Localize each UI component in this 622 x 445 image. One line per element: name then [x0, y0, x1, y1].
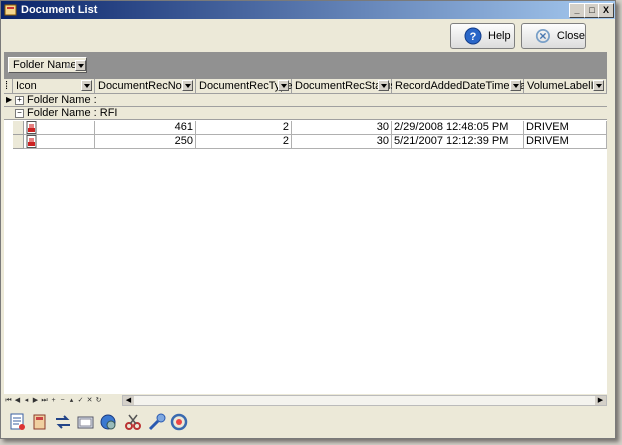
group-chip-folder-name[interactable]: Folder Name ▲ — [8, 57, 87, 73]
refresh-icon[interactable] — [169, 412, 189, 432]
arrows-swap-icon[interactable] — [53, 412, 73, 432]
column-chooser-icon: ⁞ — [5, 80, 9, 92]
cell-rec-type: 2 — [196, 121, 292, 135]
prev-record-icon[interactable]: ◂ — [22, 395, 31, 406]
group-row-folder-empty[interactable]: ▶ + Folder Name : — [4, 94, 607, 107]
close-button[interactable]: Close — [521, 23, 586, 49]
title-bar[interactable]: Document List _ □ X — [1, 1, 615, 19]
group-row-label: Folder Name : — [27, 94, 97, 106]
add-record-icon[interactable]: + — [49, 395, 58, 406]
chevron-down-icon[interactable] — [378, 80, 389, 91]
scroll-left-icon[interactable]: ◀ — [123, 396, 134, 405]
column-header-documentrecstatus[interactable]: DocumentRecStatus — [292, 79, 396, 94]
help-button[interactable]: ? Help — [450, 23, 515, 49]
toolbar: ? Help Close — [2, 20, 614, 51]
cell-added-timestamp: 5/21/2007 12:12:39 PM — [392, 135, 524, 149]
expand-icon[interactable]: + — [15, 96, 24, 105]
chevron-down-icon[interactable] — [182, 80, 193, 91]
cell-rec-type: 2 — [196, 135, 292, 149]
collapse-icon[interactable]: − — [15, 109, 24, 118]
row-pointer-icon: ▶ — [6, 95, 13, 104]
column-header-label: VolumeLabelID — [527, 80, 602, 92]
minimize-button[interactable]: _ — [569, 3, 585, 18]
chevron-down-icon[interactable] — [510, 80, 521, 91]
pdf-document-icon — [26, 121, 37, 134]
chevron-down-icon[interactable] — [75, 60, 86, 71]
column-header-documentrectype[interactable]: DocumentRecType — [196, 79, 293, 94]
help-button-label: Help — [488, 30, 511, 42]
grid-navigator-bar: ⏮ ◀ ◂ ▶ ⏭ + − ▴ ✓ ✕ ↻ ◀ ▶ — [4, 394, 607, 407]
last-record-icon[interactable]: ⏭ — [40, 395, 49, 406]
group-row-folder-rfi[interactable]: − Folder Name : RFI — [4, 107, 607, 120]
column-header-recordaddeddatetimestamp[interactable]: RecordAddedDateTimeStamp — [392, 79, 541, 94]
column-header-label: DocumentRecNo — [98, 80, 182, 92]
document-list-window: Document List _ □ X ? Help Close Folder … — [0, 0, 616, 439]
close-button-label: Close — [556, 30, 585, 42]
delete-record-icon[interactable]: − — [58, 395, 67, 406]
bottom-toolbar — [2, 409, 614, 437]
row-selector[interactable] — [13, 135, 24, 149]
document-icon-cell — [24, 135, 95, 149]
prev-page-icon[interactable]: ◀ — [13, 395, 22, 406]
cancel-edit-icon[interactable]: ✕ — [85, 395, 94, 406]
cell-rec-status: 30 — [292, 121, 392, 135]
document-open-icon[interactable] — [30, 412, 50, 432]
close-circle-icon — [535, 28, 550, 44]
close-window-button[interactable]: X — [598, 3, 614, 18]
cell-rec-no: 250 — [95, 135, 196, 149]
record-navigator: ⏮ ◀ ◂ ▶ ⏭ + − ▴ ✓ ✕ ↻ — [4, 395, 103, 406]
group-row-label: Folder Name : RFI — [27, 107, 118, 119]
chevron-down-icon[interactable] — [278, 80, 289, 91]
scroll-right-icon[interactable]: ▶ — [595, 396, 606, 405]
report-icon[interactable] — [8, 412, 28, 432]
folder-icon[interactable] — [76, 412, 96, 432]
edit-record-icon[interactable]: ✓ — [76, 395, 85, 406]
help-icon: ? — [464, 27, 482, 45]
group-by-panel: Folder Name ▲ — [4, 52, 607, 79]
scissors-icon[interactable] — [123, 412, 143, 432]
svg-text:?: ? — [470, 31, 477, 43]
cell-volume-label: DRIVEM — [524, 121, 607, 135]
cell-rec-status: 30 — [292, 135, 392, 149]
refresh-grid-icon[interactable]: ↻ — [94, 395, 103, 406]
grid-corner[interactable]: ⁞ — [4, 79, 13, 94]
column-header-volumelabelid[interactable]: VolumeLabelID — [524, 79, 607, 94]
cell-added-timestamp: 2/29/2008 12:48:05 PM — [392, 121, 524, 135]
first-record-icon[interactable]: ⏮ — [4, 395, 13, 406]
sort-asc-icon: ▲ — [65, 61, 73, 70]
horizontal-scrollbar[interactable]: ◀ ▶ — [122, 395, 607, 406]
row-selector[interactable] — [13, 121, 24, 135]
document-icon-cell — [24, 121, 95, 135]
column-header-documentrecno[interactable]: DocumentRecNo — [95, 79, 196, 94]
globe-gear-icon[interactable] — [98, 412, 118, 432]
cell-rec-no: 461 — [95, 121, 196, 135]
next-record-icon[interactable]: ▶ — [31, 395, 40, 406]
pdf-document-icon — [26, 135, 37, 148]
window-title: Document List — [21, 4, 98, 16]
document-grid: ⁞ Icon DocumentRecNo DocumentRecType Doc… — [4, 79, 607, 394]
chevron-down-icon[interactable] — [81, 80, 92, 91]
paint-icon[interactable] — [147, 412, 167, 432]
app-icon — [4, 4, 17, 16]
move-up-icon[interactable]: ▴ — [67, 395, 76, 406]
column-header-label: Icon — [16, 80, 37, 92]
column-header-icon[interactable]: Icon — [13, 79, 95, 94]
cell-volume-label: DRIVEM — [524, 135, 607, 149]
chevron-down-icon[interactable] — [593, 80, 604, 91]
